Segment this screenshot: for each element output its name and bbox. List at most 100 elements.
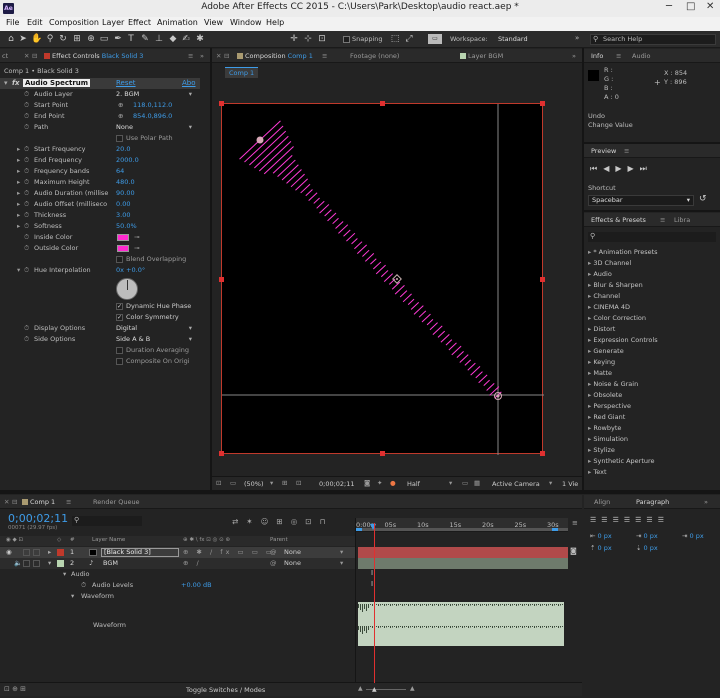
comp-lock-icon[interactable]: ⊟ <box>224 52 229 60</box>
axis-world-icon[interactable]: ⊹ <box>303 34 313 44</box>
layer1-label-color[interactable] <box>57 549 64 556</box>
footer-switches-icon[interactable]: ⊡ ⊕ ⊞ <box>4 685 26 693</box>
timeline-waveform-group[interactable]: ▾ Waveform <box>0 591 355 602</box>
stopwatch-icon[interactable]: ⏱ <box>24 221 29 232</box>
layer2-parent-dropdown[interactable]: None <box>284 558 334 569</box>
menu-view[interactable]: View <box>204 18 223 27</box>
layer2-expand-icon[interactable]: ▾ <box>48 558 51 569</box>
brush-tool-icon[interactable]: ✎ <box>140 34 150 44</box>
stopwatch-icon[interactable]: ⏱ <box>24 323 29 334</box>
timeline-lock-icon[interactable]: ⊟ <box>12 498 17 506</box>
stopwatch-icon[interactable]: ⏱ <box>24 144 29 155</box>
effect-row-value[interactable]: 3.00 <box>116 210 130 221</box>
pan-behind-tool-icon[interactable]: ⊕ <box>86 34 96 44</box>
last-frame-icon[interactable]: ⏭ <box>640 164 653 173</box>
mask-tool-icon[interactable]: ▭ <box>99 34 109 44</box>
roto-tool-icon[interactable]: ✍ <box>181 34 191 44</box>
clone-tool-icon[interactable]: ⊥ <box>154 34 164 44</box>
effect-row-value[interactable]: 50.0% <box>116 221 137 232</box>
stopwatch-icon[interactable]: ⏱ <box>24 334 29 345</box>
layer1-name[interactable]: [Black Solid 3] <box>101 548 179 557</box>
effects-search-input[interactable]: ⚲ <box>588 232 716 242</box>
effect-header[interactable]: ▾ fx Audio Spectrum Reset Abo <box>0 78 200 89</box>
audio-group-expand-icon[interactable]: ▾ <box>63 569 66 580</box>
comp-tab-menu-icon[interactable]: ≡ <box>322 52 327 60</box>
timeline-menu-icon[interactable]: ≡ <box>572 519 578 527</box>
bbox-handle-bm[interactable] <box>380 451 385 456</box>
effects-category-item[interactable]: ▸ Red Giant <box>588 413 625 421</box>
camera-dropdown[interactable]: Active Camera <box>492 480 540 488</box>
effect-row-13[interactable]: ⏱ Inside Color ⊸ <box>0 232 200 243</box>
row-expand-icon[interactable]: ▸ <box>17 155 20 166</box>
indent-right-field[interactable]: ⇥ 0 px <box>636 532 658 540</box>
effects-category-item[interactable]: ▸ Blur & Sharpen <box>588 281 643 289</box>
tab-info[interactable]: Info <box>591 52 603 60</box>
effects-menu-icon[interactable]: ≡ <box>660 216 665 224</box>
pen-tool-icon[interactable]: ✒ <box>113 34 123 44</box>
effects-category-item[interactable]: ▸ 3D Channel <box>588 259 631 267</box>
effects-category-item[interactable]: ▸ Generate <box>588 347 624 355</box>
row-expand-icon[interactable]: ▸ <box>17 188 20 199</box>
layer1-pickwhip-icon[interactable]: @ <box>270 547 277 558</box>
axis-local-icon[interactable]: ✛ <box>289 34 299 44</box>
stopwatch-icon[interactable]: ⏱ <box>24 232 29 243</box>
tab-preview[interactable]: Preview <box>591 147 616 155</box>
layer2-audio-icon[interactable]: 🔈 <box>14 558 22 569</box>
effect-row-7[interactable]: ▸ ⏱ Frequency bands 64 <box>0 166 200 177</box>
first-frame-icon[interactable]: ⏮ <box>590 164 603 173</box>
effect-row-12[interactable]: ▸ ⏱ Softness 50.0% <box>0 221 200 232</box>
snapshot-icon[interactable]: ◙ <box>364 479 370 487</box>
effects-category-item[interactable]: ▸ Stylize <box>588 446 615 454</box>
type-tool-icon[interactable]: T <box>126 34 136 44</box>
workspace-dropdown[interactable]: Standard <box>498 35 528 43</box>
layer2-duration-bar[interactable] <box>358 558 568 569</box>
bbox-handle-tm[interactable] <box>380 101 385 106</box>
comp-sub-tab[interactable]: Comp 1 <box>225 67 259 78</box>
motion-blur-icon[interactable]: ◎ <box>291 517 306 526</box>
effect-row-value[interactable]: 90.00 <box>116 188 135 199</box>
effect-row-19[interactable]: ⏱ Display Options Digital <box>0 323 200 334</box>
layer2-pickwhip-icon[interactable]: @ <box>270 558 277 569</box>
monitor-icon[interactable]: ▭ <box>230 479 236 487</box>
waveform-expand-icon[interactable]: ▾ <box>71 591 74 602</box>
lock-icon[interactable]: ⊟ <box>32 52 37 60</box>
effect-row-checkbox[interactable] <box>116 347 123 354</box>
close-icon[interactable]: ✕ <box>706 1 714 12</box>
audio-levels-stopwatch-icon[interactable]: ⏱ <box>81 580 86 591</box>
current-time-display[interactable]: 0;00;02;11 <box>319 480 355 488</box>
zoom-in-icon[interactable]: ▲ <box>410 685 415 692</box>
channel-icon[interactable]: ● <box>390 479 396 487</box>
timeline-timecode[interactable]: 0;00;02;11 <box>8 512 68 525</box>
effect-row-10[interactable]: ▸ ⏱ Audio Offset (milliseco 0.00 <box>0 199 200 210</box>
menu-file[interactable]: File <box>6 18 19 27</box>
point-crosshair-icon[interactable]: ⊕ <box>118 100 123 111</box>
effect-row-value[interactable]: 20.0 <box>116 144 130 155</box>
stopwatch-icon[interactable]: ⏱ <box>24 210 29 221</box>
tab-effect-controls[interactable]: Effect Controls Black Solid 3 <box>44 52 143 60</box>
work-area-start[interactable] <box>356 528 362 531</box>
effect-row-11[interactable]: ▸ ⏱ Thickness 3.00 <box>0 210 200 221</box>
effect-row-0[interactable]: ⏱ Audio Layer 2. BGM <box>0 89 200 100</box>
puppet-tool-icon[interactable]: ✱ <box>195 34 205 44</box>
effect-row-value[interactable]: 480.0 <box>116 177 135 188</box>
layer2-switches[interactable]: ⊕ / <box>183 558 202 569</box>
menu-composition[interactable]: Composition <box>49 18 99 27</box>
minimize-icon[interactable]: ─ <box>666 1 672 12</box>
layer1-visibility-icon[interactable]: ◉ <box>6 547 12 558</box>
bbox-handle-tr[interactable] <box>540 101 545 106</box>
row-expand-icon[interactable]: ▾ <box>17 265 20 276</box>
point-crosshair-icon[interactable]: ⊕ <box>118 111 123 122</box>
layer1-switches[interactable]: ⊕ ✱ / fx ▭ ▭ ▭ <box>183 547 275 558</box>
row-expand-icon[interactable]: ▸ <box>17 221 20 232</box>
comp-mini-flowchart-icon[interactable]: ⇄ <box>232 517 246 526</box>
snap-option-icon[interactable]: ⬚ <box>390 34 400 44</box>
start-point-handle[interactable] <box>256 136 264 144</box>
menu-help[interactable]: Help <box>266 18 284 27</box>
stopwatch-icon[interactable]: ⏱ <box>24 89 29 100</box>
draft-3d-icon[interactable]: ✶ <box>246 517 260 526</box>
menu-layer[interactable]: Layer <box>102 18 124 27</box>
timeline-tab-menu-icon[interactable]: ≡ <box>66 498 71 506</box>
shortcut-dropdown[interactable]: Spacebar ▾ <box>588 195 694 206</box>
eyedropper-icon[interactable]: ⊸ <box>134 232 139 243</box>
effect-row-value[interactable]: 0x +0.0° <box>116 265 145 276</box>
